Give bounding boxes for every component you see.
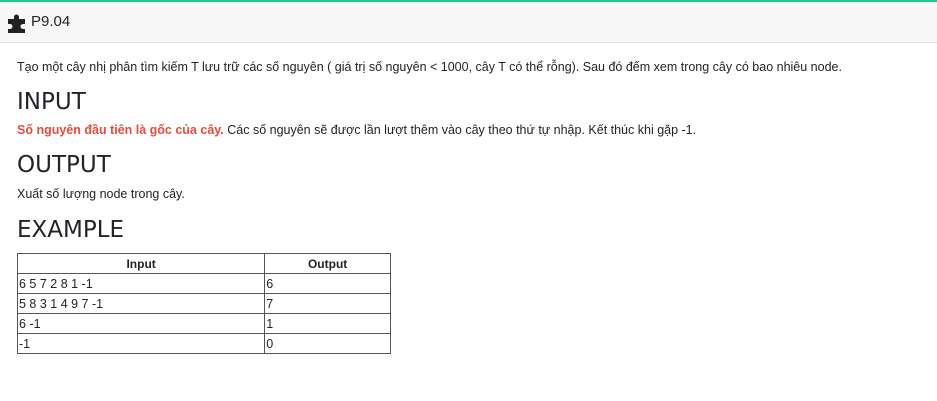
- table-cell-output: 1: [264, 313, 391, 334]
- table-cell-input: 6 -1: [16, 313, 266, 334]
- input-text: Các số nguyên sẽ được lần lượt thêm vào …: [223, 123, 697, 137]
- input-highlight: Số nguyên đầu tiên là gốc của cây.: [17, 123, 224, 137]
- problem-title: P9.04: [31, 13, 71, 30]
- table-cell-input: 6 5 7 2 8 1 -1: [16, 273, 266, 294]
- output-description: Xuất số lượng node trong cây.: [17, 187, 185, 201]
- table-row: -1 0: [16, 333, 391, 354]
- table-cell-input: -1: [16, 333, 266, 354]
- table-cell-output: 0: [264, 333, 391, 354]
- table-cell-output: 7: [264, 293, 391, 314]
- column-header-input: Input: [16, 253, 266, 274]
- table-row: 5 8 3 1 4 9 7 -1 7: [16, 293, 391, 314]
- table-row: 6 5 7 2 8 1 -1 6: [16, 273, 391, 294]
- table-row: 6 -1 1: [16, 313, 391, 334]
- table-header-row: Input Output: [16, 253, 391, 274]
- output-heading: OUTPUT: [17, 152, 111, 178]
- table-cell-input: 5 8 3 1 4 9 7 -1: [16, 293, 266, 314]
- input-heading: INPUT: [17, 89, 86, 115]
- puzzle-piece-icon: [6, 13, 30, 33]
- input-description: Số nguyên đầu tiên là gốc của cây. Các s…: [17, 123, 696, 137]
- column-header-output: Output: [264, 253, 391, 274]
- table-cell-output: 6: [264, 273, 391, 294]
- problem-header: P9.04: [0, 0, 937, 43]
- example-heading: EXAMPLE: [17, 217, 125, 243]
- problem-description: Tạo một cây nhị phân tìm kiếm T lưu trữ …: [17, 60, 842, 74]
- problem-content: Tạo một cây nhị phân tìm kiếm T lưu trữ …: [16, 59, 917, 354]
- example-table: Input Output 6 5 7 2 8 1 -1 6 5 8 3 1 4 …: [16, 253, 391, 354]
